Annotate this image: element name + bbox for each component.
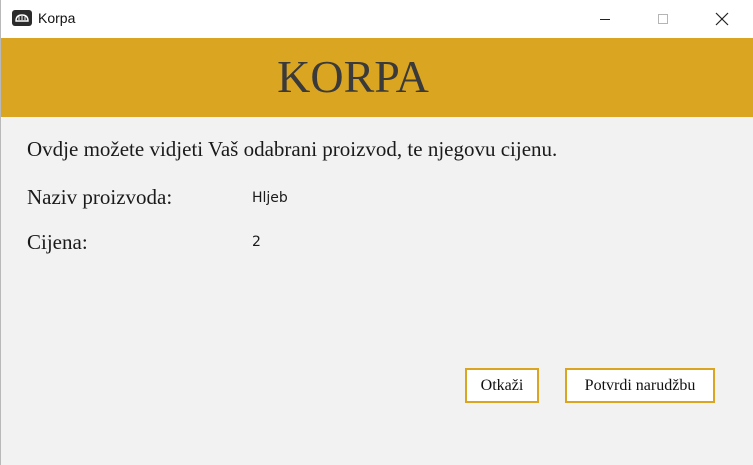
- maximize-button[interactable]: [640, 0, 686, 38]
- minimize-icon: [600, 19, 610, 20]
- product-name-label: Naziv proizvoda:: [27, 185, 173, 209]
- korpa-window: Korpa KORPA Ovdje možete vidjeti Vaš oda…: [0, 0, 753, 465]
- close-button[interactable]: [699, 0, 745, 38]
- close-icon: [715, 12, 729, 26]
- minimize-button[interactable]: [582, 0, 628, 38]
- product-name-value: Hljeb: [252, 190, 288, 206]
- price-label: Cijena:: [27, 230, 88, 254]
- bread-icon: [12, 10, 32, 26]
- price-value: 2: [252, 234, 261, 250]
- maximize-icon: [658, 14, 668, 24]
- title-bar[interactable]: Korpa: [1, 0, 753, 38]
- window-title: Korpa: [38, 10, 76, 26]
- intro-text: Ovdje možete vidjeti Vaš odabrani proizv…: [27, 137, 558, 161]
- page-title: KORPA: [277, 51, 429, 102]
- confirm-order-button[interactable]: Potvrdi narudžbu: [565, 368, 715, 403]
- cancel-button[interactable]: Otkaži: [465, 368, 539, 403]
